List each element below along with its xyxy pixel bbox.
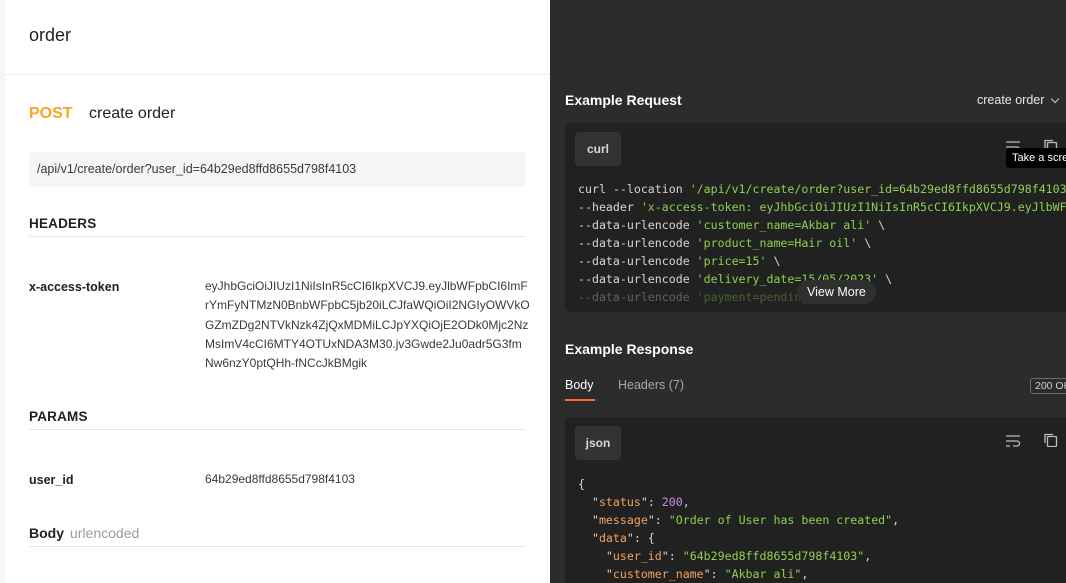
copy-icon[interactable] <box>1043 433 1059 447</box>
status-badge: 200 OK <box>1030 378 1066 394</box>
code-string: "64b29ed8ffd8655d798f4103" <box>682 549 865 563</box>
chevron-down-icon <box>1051 94 1060 104</box>
code-string: 'product_name=Hair oil' <box>696 236 858 250</box>
language-chip[interactable]: curl <box>575 132 621 166</box>
divider <box>29 429 526 430</box>
examples-panel: Example Request create order curl curl -… <box>550 0 1066 583</box>
code-plain: \ <box>857 236 872 250</box>
code-plain: --data-urlencode <box>578 254 697 268</box>
wrap-lines-icon[interactable] <box>1005 434 1021 448</box>
code-plain: \ <box>878 272 893 286</box>
code-punct: ": <box>703 567 725 581</box>
example-selector[interactable]: create order <box>977 93 1060 107</box>
example-request-title: Example Request <box>565 92 682 108</box>
folder-title: order <box>29 25 72 45</box>
divider <box>29 546 526 547</box>
language-chip[interactable]: json <box>575 426 621 460</box>
code-plain: --data-urlencode <box>578 272 697 286</box>
response-code-panel: json { "status": 200, "message": "Order … <box>565 417 1066 583</box>
tab-body-label: Body <box>565 378 594 392</box>
code-line: "message": "Order of User has been creat… <box>578 511 899 529</box>
headers-heading: HEADERS <box>29 216 97 231</box>
code-line: "data": { <box>578 529 899 547</box>
divider <box>29 236 526 237</box>
header-key: x-access-token <box>29 280 120 294</box>
code-line: "status": 200, <box>578 493 899 511</box>
body-heading-label: Body <box>29 525 64 541</box>
code-string: '/api/v1/create/order?user_id=64b29ed8ff… <box>689 182 1066 196</box>
code-punct: , <box>682 495 690 509</box>
tab-headers[interactable]: Headers (7) <box>618 378 684 392</box>
code-key: data <box>598 531 627 545</box>
code-brace: { <box>647 531 655 545</box>
code-number: 200 <box>661 495 683 509</box>
param-value: 64b29ed8ffd8655d798f4103 <box>205 472 355 486</box>
code-quote: " <box>605 549 613 563</box>
request-url[interactable]: /api/v1/create/order?user_id=64b29ed8ffd… <box>29 152 526 187</box>
screenshot-tooltip: Take a screenshot <box>1006 148 1066 168</box>
request-code-panel: curl curl --location '/api/v1/create/ord… <box>565 123 1066 312</box>
header-value: eyJhbGciOiJIUzI1NiIsInR5cCI6IkpXVCJ9.eyJ… <box>205 279 530 371</box>
code-quote: " <box>591 531 599 545</box>
request-method: POST <box>29 105 73 122</box>
code-plain: --data-urlencode <box>578 290 697 304</box>
code-quote: " <box>605 567 613 581</box>
example-response-title: Example Response <box>565 341 694 357</box>
params-heading: PARAMS <box>29 409 88 424</box>
code-string: 'price=15' <box>696 254 767 268</box>
code-line: curl --location '/api/v1/create/order?us… <box>578 180 1066 198</box>
body-mode: urlencoded <box>70 525 140 541</box>
code-punct: ": <box>647 513 669 527</box>
code-brace: { <box>578 477 585 491</box>
code-plain: \ <box>766 254 781 268</box>
body-heading: Body urlencoded <box>29 525 139 541</box>
code-string: "Order of User has been created" <box>668 513 893 527</box>
view-more-button[interactable]: View More <box>797 280 876 304</box>
code-line: --data-urlencode 'product_name=Hair oil'… <box>578 234 1066 252</box>
code-key: user_id <box>612 549 662 563</box>
request-name[interactable]: create order <box>89 105 175 123</box>
code-line: --data-urlencode 'price=15' \ <box>578 252 1066 270</box>
divider <box>5 74 550 75</box>
code-punct: ": <box>661 549 683 563</box>
code-punct: , <box>892 513 900 527</box>
code-line: --data-urlencode 'customer_name=Akbar al… <box>578 216 1066 234</box>
code-key: customer_name <box>612 567 704 581</box>
code-line: { <box>578 475 899 493</box>
code-plain: \ <box>871 218 886 232</box>
code-plain: curl --location <box>578 182 690 196</box>
code-line: "customer_name": "Akbar ali", <box>578 565 899 583</box>
response-code: { "status": 200, "message": "Order of Us… <box>578 475 899 583</box>
code-quote: " <box>591 513 599 527</box>
code-quote: " <box>591 495 599 509</box>
code-string: "Akbar ali" <box>724 567 802 581</box>
active-tab-indicator <box>565 399 595 401</box>
code-punct: , <box>864 549 872 563</box>
code-punct: , <box>801 567 809 581</box>
param-key: user_id <box>29 473 74 487</box>
code-plain: --header <box>578 200 641 214</box>
code-string: 'x-access-token: eyJhbGciOiJIUzI1NiIsInR… <box>640 200 1066 214</box>
code-line: "user_id": "64b29ed8ffd8655d798f4103", <box>578 547 899 565</box>
tab-body[interactable]: Body <box>565 378 595 401</box>
example-selector-label: create order <box>977 93 1045 107</box>
code-plain: --data-urlencode <box>578 236 697 250</box>
code-punct: ": <box>640 495 662 509</box>
code-key: message <box>598 513 648 527</box>
code-line: --header 'x-access-token: eyJhbGciOiJIUz… <box>578 198 1066 216</box>
documentation-panel: order POST create order /api/v1/create/o… <box>0 0 550 583</box>
code-key: status <box>598 495 641 509</box>
code-string: 'customer_name=Akbar ali' <box>696 218 872 232</box>
code-punct: ": <box>626 531 648 545</box>
code-plain: --data-urlencode <box>578 218 697 232</box>
